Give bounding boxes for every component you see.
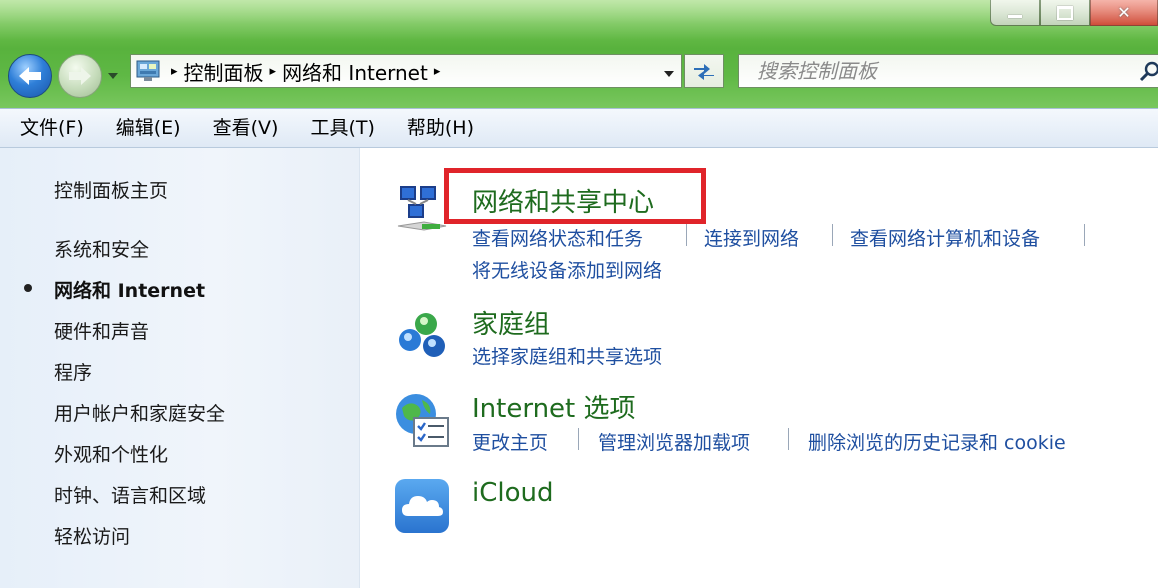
control-panel-icon (131, 55, 165, 87)
sidebar-item-user-accounts[interactable]: 用户帐户和家庭安全 (54, 399, 225, 426)
menu-tools[interactable]: 工具(T) (292, 109, 388, 147)
refresh-icon (694, 64, 714, 80)
link-connect-to-network[interactable]: 连接到网络 (704, 224, 799, 251)
category-title-icloud[interactable]: iCloud (472, 478, 554, 508)
breadcrumb-separator[interactable]: ▸ (270, 64, 277, 79)
arrow-left-icon (19, 67, 41, 85)
link-change-home-page[interactable]: 更改主页 (472, 428, 548, 455)
sidebar-item-programs[interactable]: 程序 (54, 358, 92, 385)
sidebar-item-appearance[interactable]: 外观和个性化 (54, 440, 168, 467)
current-item-bullet (24, 284, 32, 292)
search-input[interactable] (739, 55, 1119, 87)
close-button[interactable]: ✕ (1090, 0, 1158, 26)
sidebar-item-system-security[interactable]: 系统和安全 (54, 235, 149, 262)
menu-file[interactable]: 文件(F) (0, 109, 98, 147)
breadcrumb-separator[interactable]: ▸ (434, 64, 441, 79)
sidebar-item-network-internet[interactable]: 网络和 Internet (54, 276, 205, 303)
internet-options-icon[interactable] (394, 392, 452, 450)
sidebar-item-ease-of-access[interactable]: 轻松访问 (54, 522, 130, 549)
sidebar-item-control-panel-home[interactable]: 控制面板主页 (54, 176, 168, 203)
homegroup-icon[interactable] (394, 308, 452, 366)
address-bar[interactable]: ▸ 控制面板 ▸ 网络和 Internet ▸ (130, 54, 682, 88)
chevron-down-icon (108, 73, 118, 79)
menu-edit[interactable]: 编辑(E) (98, 109, 195, 147)
refresh-button[interactable] (684, 54, 724, 88)
category-title-homegroup[interactable]: 家庭组 (472, 304, 550, 341)
arrow-right-icon (69, 67, 91, 85)
link-add-wireless-device[interactable]: 将无线设备添加到网络 (472, 256, 662, 283)
back-button[interactable] (8, 54, 52, 98)
breadcrumb-separator[interactable]: ▸ (171, 64, 178, 79)
icloud-icon[interactable] (394, 478, 450, 534)
chevron-down-icon (664, 71, 674, 77)
link-divider (686, 224, 687, 246)
maximize-button[interactable] (1040, 0, 1090, 26)
minimize-button[interactable] (990, 0, 1040, 26)
close-icon: ✕ (1117, 3, 1131, 22)
window-chrome: ✕ ▸ 控制面板 ▸ 网络和 Internet ▸ (0, 0, 1158, 108)
category-title-internet-options[interactable]: Internet 选项 (472, 388, 636, 425)
address-dropdown-button[interactable] (663, 63, 675, 82)
menu-bar: 文件(F) 编辑(E) 查看(V) 工具(T) 帮助(H) (0, 108, 1158, 148)
link-divider (578, 428, 579, 450)
link-delete-browsing-history[interactable]: 删除浏览的历史记录和 cookie (808, 428, 1066, 455)
search-box[interactable] (738, 54, 1158, 88)
forward-button[interactable] (58, 54, 102, 98)
link-homegroup-sharing-options[interactable]: 选择家庭组和共享选项 (472, 342, 662, 369)
link-view-network-status[interactable]: 查看网络状态和任务 (472, 224, 643, 251)
menu-view[interactable]: 查看(V) (195, 109, 293, 147)
link-divider (1084, 224, 1085, 246)
search-icon[interactable] (1139, 61, 1158, 83)
highlight-annotation-box (444, 168, 706, 224)
sidebar-item-clock-language-region[interactable]: 时钟、语言和区域 (54, 481, 206, 508)
link-divider (788, 428, 789, 450)
recent-pages-button[interactable] (106, 68, 120, 84)
link-divider (832, 224, 833, 246)
sidebar: 控制面板主页 系统和安全 网络和 Internet 硬件和声音 程序 用户帐户和… (0, 148, 360, 588)
breadcrumb-network-internet[interactable]: 网络和 Internet (282, 57, 428, 86)
menu-help[interactable]: 帮助(H) (389, 109, 488, 147)
minimize-icon (1008, 15, 1022, 18)
sidebar-item-hardware-sound[interactable]: 硬件和声音 (54, 317, 149, 344)
link-view-network-computers[interactable]: 查看网络计算机和设备 (850, 224, 1040, 251)
breadcrumb-control-panel[interactable]: 控制面板 (184, 57, 264, 86)
maximize-icon (1057, 5, 1073, 20)
link-manage-add-ons[interactable]: 管理浏览器加载项 (598, 428, 750, 455)
